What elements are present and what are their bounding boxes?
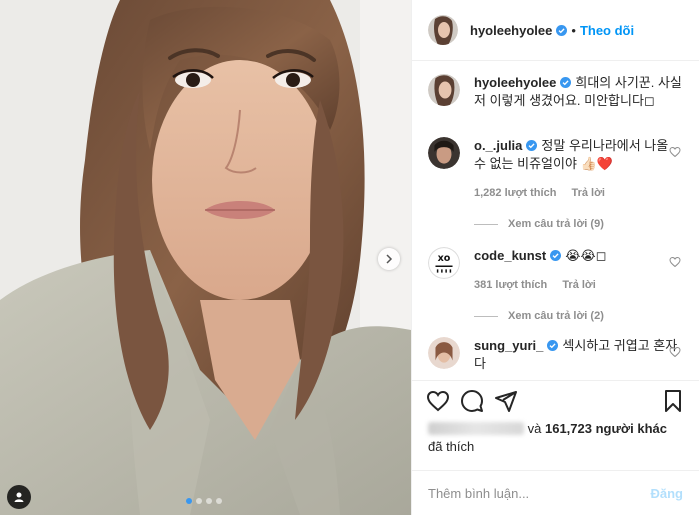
reply-button[interactable]: Trả lời bbox=[562, 279, 596, 291]
replies-divider bbox=[474, 223, 498, 225]
comment-text: 😭😭◻ bbox=[565, 248, 607, 263]
comment-like-icon[interactable] bbox=[669, 346, 681, 358]
post-side-panel: hyoleehyolee • Theo dõi hyoleehyolee 희대의 … bbox=[411, 0, 699, 515]
comment-like-icon[interactable] bbox=[669, 146, 681, 158]
paper-plane-icon[interactable] bbox=[494, 389, 518, 413]
comment-item: o._.julia 정말 우리나라에서 나올 수 없는 비쥬얼이야 👍🏻❤️ 1,… bbox=[428, 137, 683, 202]
comments-list[interactable]: hyoleehyolee 희대의 사기꾼. 사실 저 이렇게 생겼어요. 미안합니… bbox=[412, 61, 699, 380]
comment-item: sung_yuri_ 섹시하고 귀엽고 혼자 다 bbox=[428, 337, 683, 373]
carousel-dot bbox=[206, 498, 212, 504]
comment-item: xo code_kunst 😭😭◻ 381 lượt thích Trả lời bbox=[428, 247, 683, 294]
replies-divider bbox=[474, 315, 498, 317]
comment-like-count[interactable]: 1,282 lượt thích bbox=[474, 187, 556, 199]
likes-count[interactable]: 161,723 người khác bbox=[545, 421, 667, 436]
verified-badge-icon bbox=[547, 340, 559, 351]
carousel-dot bbox=[186, 498, 192, 504]
post-header: hyoleehyolee • Theo dõi bbox=[412, 0, 699, 61]
carousel-dot bbox=[216, 498, 222, 504]
next-slide-button[interactable] bbox=[378, 248, 400, 270]
comment-bubble-icon[interactable] bbox=[460, 389, 484, 413]
carousel-indicator bbox=[186, 498, 222, 504]
add-comment-bar: Đăng bbox=[412, 470, 699, 515]
author-username[interactable]: hyoleehyolee bbox=[470, 23, 552, 38]
verified-badge-icon bbox=[550, 250, 562, 261]
verified-badge-icon bbox=[556, 24, 568, 36]
instagram-post-modal: hyoleehyolee • Theo dõi hyoleehyolee 희대의 … bbox=[0, 0, 699, 515]
view-replies-label: Xem câu trả lời (2) bbox=[508, 310, 604, 322]
verified-badge-icon bbox=[560, 77, 572, 88]
comment-username[interactable]: sung_yuri_ bbox=[474, 338, 543, 353]
heart-outline-icon[interactable] bbox=[426, 389, 450, 413]
svg-text:xo: xo bbox=[438, 253, 451, 264]
post-caption: hyoleehyolee 희대의 사기꾼. 사실 저 이렇게 생겼어요. 미안합니… bbox=[428, 74, 683, 110]
header-separator: • bbox=[571, 22, 576, 38]
comment-like-count[interactable]: 381 lượt thích bbox=[474, 279, 547, 291]
author-avatar[interactable] bbox=[428, 15, 458, 45]
selfie-image bbox=[0, 0, 411, 515]
redacted-username bbox=[428, 422, 524, 435]
caption-username[interactable]: hyoleehyolee bbox=[474, 75, 556, 90]
author-avatar[interactable] bbox=[428, 74, 460, 106]
likes-and: và bbox=[527, 421, 542, 436]
likes-summary: và 161,723 người khác đã thích bbox=[412, 420, 699, 470]
comment-input[interactable] bbox=[428, 485, 651, 501]
likes-liked-label: đã thích bbox=[428, 439, 475, 454]
user-tag-icon bbox=[14, 492, 24, 502]
user-tag-button[interactable] bbox=[7, 485, 31, 509]
comment-like-icon[interactable] bbox=[669, 256, 681, 268]
bookmark-icon[interactable] bbox=[661, 389, 685, 413]
chevron-right-icon bbox=[386, 254, 393, 264]
comment-meta: 381 lượt thích Trả lời bbox=[474, 276, 674, 294]
view-replies-button[interactable]: Xem câu trả lời (2) bbox=[474, 310, 683, 322]
commenter-avatar[interactable] bbox=[428, 137, 460, 169]
comment-meta: 1,282 lượt thích Trả lời bbox=[474, 184, 674, 202]
post-photo[interactable] bbox=[0, 0, 411, 515]
view-replies-button[interactable]: Xem câu trả lời (9) bbox=[474, 218, 683, 230]
post-comment-button[interactable]: Đăng bbox=[651, 486, 684, 501]
commenter-avatar[interactable]: xo bbox=[428, 247, 460, 279]
carousel-dot bbox=[196, 498, 202, 504]
reply-button[interactable]: Trả lời bbox=[571, 187, 605, 199]
verified-badge-icon bbox=[526, 140, 538, 151]
post-actions-bar bbox=[412, 380, 699, 420]
follow-button[interactable]: Theo dõi bbox=[580, 23, 634, 38]
comment-username[interactable]: code_kunst bbox=[474, 248, 546, 263]
comment-username[interactable]: o._.julia bbox=[474, 138, 522, 153]
view-replies-label: Xem câu trả lời (9) bbox=[508, 218, 604, 230]
commenter-avatar[interactable] bbox=[428, 337, 460, 369]
